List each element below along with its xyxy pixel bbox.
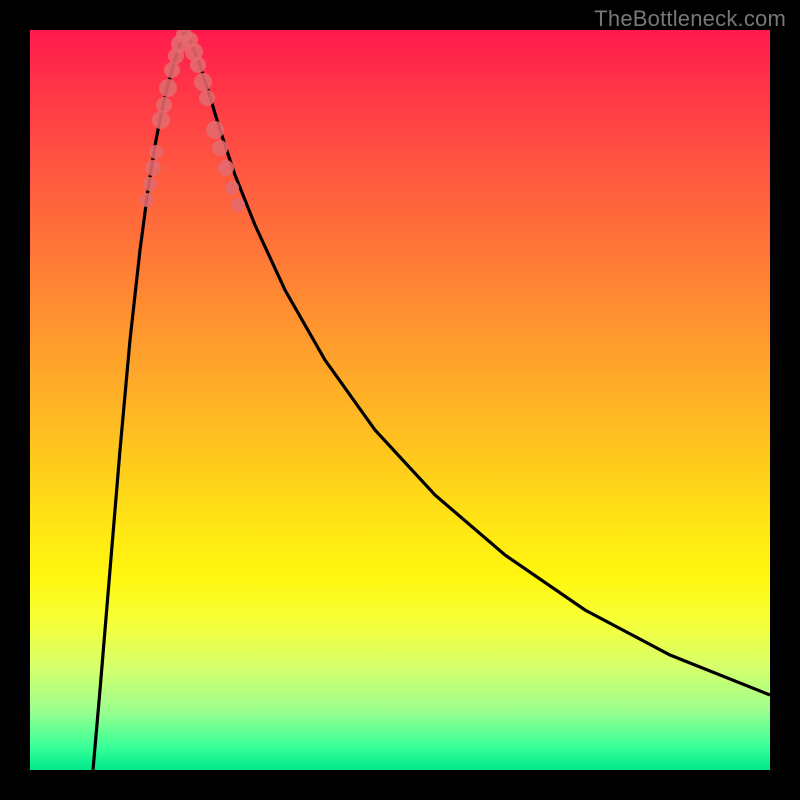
bead-right-5 [206,121,224,139]
bead-left-0 [140,193,154,207]
chart-frame: TheBottleneck.com [0,0,800,800]
bead-right-6 [212,140,228,156]
bead-right-8 [225,181,239,195]
bead-left-3 [149,145,163,159]
watermark-text: TheBottleneck.com [594,6,786,32]
bead-left-4 [152,111,170,129]
chart-plot-area [30,30,770,770]
bead-left-2 [145,160,161,176]
bead-right-7 [218,160,234,176]
curve-right [185,32,770,695]
bead-left-7 [164,62,180,78]
chart-svg [30,30,770,770]
bead-right-9 [231,198,245,212]
curve-left [93,32,185,770]
bead-left-5 [156,97,172,113]
bead-right-2 [190,57,206,73]
bead-left-1 [143,177,157,191]
bead-left-6 [159,79,177,97]
bead-right-3 [194,73,212,91]
bead-right-4 [199,90,215,106]
